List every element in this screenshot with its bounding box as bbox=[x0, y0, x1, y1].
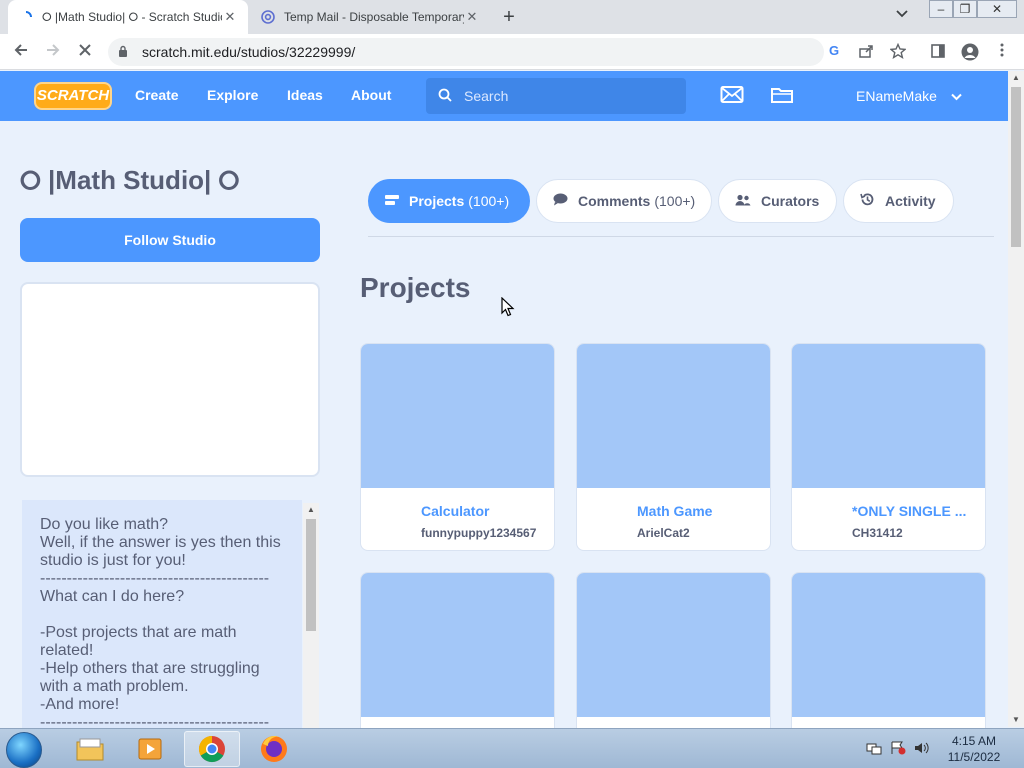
description-scrollbar[interactable]: ▲ bbox=[303, 503, 319, 729]
chrome-menu-icon[interactable] bbox=[993, 43, 1011, 61]
file-explorer-icon[interactable] bbox=[62, 731, 118, 767]
browser-tab-scratch[interactable]: ⭘ |Math Studio| ⭘ - Scratch Studio ✕ bbox=[8, 0, 248, 34]
loading-icon bbox=[18, 9, 34, 25]
profile-avatar-icon[interactable] bbox=[961, 43, 979, 61]
action-center-flag-icon[interactable] bbox=[890, 741, 906, 758]
tab-label: Curators bbox=[761, 193, 820, 209]
chrome-taskbar-icon[interactable] bbox=[184, 731, 240, 767]
project-card[interactable]: *ONLY SINGLE ... CH31412 bbox=[791, 343, 986, 551]
my-stuff-folder-icon[interactable] bbox=[770, 85, 794, 107]
project-title[interactable]: *ONLY SINGLE ... bbox=[852, 503, 978, 519]
close-window-button[interactable]: ✕ bbox=[977, 0, 1017, 18]
maximize-window-button[interactable]: ❐ bbox=[953, 0, 977, 18]
back-arrow-icon[interactable] bbox=[10, 42, 32, 64]
project-thumbnail[interactable] bbox=[361, 344, 554, 488]
studio-thumbnail bbox=[20, 282, 320, 477]
at-sign-icon bbox=[260, 9, 276, 25]
activity-history-icon bbox=[860, 192, 875, 210]
lock-icon bbox=[118, 45, 134, 60]
nav-ideas-link[interactable]: Ideas bbox=[287, 87, 323, 103]
tab-search-chevron-icon[interactable] bbox=[896, 8, 908, 22]
comment-icon bbox=[553, 193, 568, 209]
close-tab-icon[interactable]: ✕ bbox=[222, 9, 238, 25]
project-author[interactable]: CH31412 bbox=[852, 526, 903, 540]
browser-tab-tempmail[interactable]: Temp Mail - Disposable Temporary Email ✕ bbox=[250, 0, 490, 34]
studio-title[interactable]: ⭘ |Math Studio| ⭘ bbox=[20, 165, 239, 197]
stop-loading-icon[interactable] bbox=[74, 42, 96, 64]
browser-tab-strip: ⭘ |Math Studio| ⭘ - Scratch Studio ✕ Tem… bbox=[0, 0, 1024, 34]
bookmark-star-icon[interactable] bbox=[889, 42, 907, 61]
tab-label: Activity bbox=[885, 193, 936, 209]
messages-envelope-icon[interactable] bbox=[720, 85, 744, 107]
studio-description[interactable]: Do you like math? Well, if the answer is… bbox=[22, 500, 302, 730]
tab-activity[interactable]: Activity bbox=[843, 179, 954, 223]
project-author[interactable]: funnypuppy1234567 bbox=[421, 526, 536, 540]
project-thumbnail[interactable] bbox=[577, 573, 770, 717]
chevron-down-icon bbox=[951, 92, 962, 104]
clock-time: 4:15 AM bbox=[951, 734, 997, 748]
search-input[interactable]: Search bbox=[426, 78, 686, 114]
projects-icon bbox=[385, 194, 399, 209]
scrollbar-thumb[interactable] bbox=[306, 519, 316, 631]
system-clock[interactable]: 4:15 AM 11/5/2022 bbox=[944, 733, 1004, 765]
project-thumbnail[interactable] bbox=[361, 573, 554, 717]
curators-icon bbox=[735, 194, 751, 209]
project-author[interactable]: ArielCat2 bbox=[637, 526, 690, 540]
tab-comments[interactable]: Comments (100+) bbox=[536, 179, 712, 223]
tab-projects[interactable]: Projects (100+) bbox=[368, 179, 530, 223]
scratch-nav-bar: SCRATCH Create Explore Ideas About Searc… bbox=[0, 71, 1008, 121]
google-lens-icon[interactable]: G bbox=[826, 43, 844, 61]
volume-speaker-icon[interactable] bbox=[914, 741, 930, 758]
project-title[interactable]: Calculator bbox=[421, 503, 547, 519]
scratch-logo[interactable]: SCRATCH bbox=[34, 82, 112, 110]
clock-date: 11/5/2022 bbox=[947, 750, 1001, 764]
firefox-taskbar-icon[interactable] bbox=[246, 731, 302, 767]
media-player-icon[interactable] bbox=[122, 731, 178, 767]
minimize-window-button[interactable]: – bbox=[929, 0, 953, 18]
tab-label: Projects bbox=[409, 193, 465, 209]
project-thumbnail[interactable] bbox=[792, 573, 985, 717]
svg-text:G: G bbox=[829, 43, 839, 57]
tab-count: (100+) bbox=[468, 193, 510, 209]
project-card[interactable]: Math Game ArielCat2 bbox=[576, 343, 771, 551]
scroll-up-arrow-icon[interactable]: ▲ bbox=[1012, 73, 1020, 82]
network-tray-icon[interactable] bbox=[866, 741, 882, 758]
nav-explore-link[interactable]: Explore bbox=[207, 87, 258, 103]
project-thumbnail[interactable] bbox=[577, 344, 770, 488]
projects-heading: Projects bbox=[360, 272, 471, 303]
tab-count: (100+) bbox=[654, 193, 696, 209]
scroll-down-arrow-icon[interactable]: ▼ bbox=[1012, 715, 1020, 724]
tab-curators[interactable]: Curators bbox=[718, 179, 837, 223]
windows-taskbar: 4:15 AM 11/5/2022 bbox=[0, 728, 1024, 768]
tab-label: Comments bbox=[578, 193, 651, 209]
studio-description-text: Do you like math? Well, if the answer is… bbox=[40, 516, 281, 730]
nav-about-link[interactable]: About bbox=[351, 87, 391, 103]
follow-studio-button[interactable]: Follow Studio bbox=[20, 218, 320, 262]
url-text: scratch.mit.edu/studios/32229999/ bbox=[142, 44, 356, 60]
scrollbar-thumb[interactable] bbox=[1011, 87, 1021, 247]
start-button[interactable] bbox=[6, 732, 42, 768]
search-placeholder: Search bbox=[464, 88, 509, 104]
tabs-divider bbox=[368, 236, 994, 237]
page-scrollbar[interactable]: ▲ ▼ bbox=[1008, 71, 1024, 727]
project-title[interactable]: Math Game bbox=[637, 503, 763, 519]
project-card[interactable]: Calculator funnypuppy1234567 bbox=[360, 343, 555, 551]
username: ENameMake bbox=[856, 88, 937, 104]
search-icon bbox=[438, 88, 452, 105]
close-tab-icon[interactable]: ✕ bbox=[464, 9, 480, 25]
tab-title: Temp Mail - Disposable Temporary Email bbox=[284, 10, 464, 24]
new-tab-button[interactable]: + bbox=[498, 6, 520, 28]
tab-title: ⭘ |Math Studio| ⭘ - Scratch Studio bbox=[42, 9, 222, 24]
share-icon[interactable] bbox=[857, 43, 875, 61]
side-panel-icon[interactable] bbox=[929, 43, 947, 61]
address-bar[interactable]: scratch.mit.edu/studios/32229999/ bbox=[108, 38, 824, 66]
forward-arrow-icon[interactable] bbox=[42, 42, 64, 64]
project-thumbnail[interactable] bbox=[792, 344, 985, 488]
nav-create-link[interactable]: Create bbox=[135, 87, 179, 103]
scroll-up-arrow-icon[interactable]: ▲ bbox=[307, 505, 315, 514]
mouse-cursor-icon bbox=[501, 296, 515, 322]
browser-toolbar: scratch.mit.edu/studios/32229999/ G bbox=[0, 34, 1024, 70]
user-menu[interactable]: ENameMake bbox=[856, 88, 962, 104]
